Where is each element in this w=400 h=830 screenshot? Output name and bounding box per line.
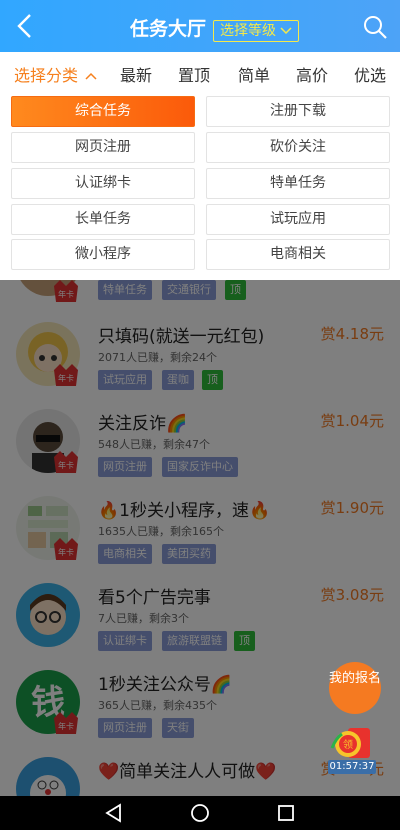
tab-preferred[interactable]: 优选 <box>354 62 386 86</box>
chevron-up-icon <box>85 72 97 80</box>
tag: 电商相关 <box>98 544 152 564</box>
system-navbar <box>0 796 400 830</box>
pinned-tag: 顶 <box>202 370 223 390</box>
red-packet-icon[interactable]: 领 <box>328 722 376 762</box>
tag: 国家反诈中心 <box>162 457 238 477</box>
category-option[interactable]: 试玩应用 <box>206 204 390 235</box>
task-meta: 1635人已赚，剩余165个 <box>98 525 224 538</box>
category-option[interactable]: 注册下载 <box>206 96 390 127</box>
list-item[interactable]: 年卡 只填码(就送一元红包) 赏4.18元 2071人已赚，剩余24个 试玩应用… <box>0 316 400 402</box>
search-icon[interactable] <box>362 14 388 40</box>
category-option[interactable]: 电商相关 <box>206 239 390 270</box>
task-reward: 赏3.08元 <box>320 586 384 604</box>
task-meta: 7人已赚，剩余3个 <box>98 612 189 625</box>
recents-square-icon[interactable] <box>276 803 296 823</box>
task-meta: 2071人已赚，剩余24个 <box>98 351 217 364</box>
avatar <box>16 583 80 647</box>
task-reward: 赏1.04元 <box>320 412 384 430</box>
back-triangle-icon[interactable] <box>104 803 124 823</box>
avatar <box>16 757 80 796</box>
countdown-timer: 01:57:37 <box>328 760 376 774</box>
svg-text:年卡: 年卡 <box>58 460 74 470</box>
svg-text:年卡: 年卡 <box>58 721 74 731</box>
pinned-tag: 顶 <box>234 631 255 651</box>
task-title: 1秒关注公众号🌈 <box>98 675 232 695</box>
pinned-tag: 顶 <box>225 280 246 300</box>
task-meta: 365人已赚，剩余435个 <box>98 699 217 712</box>
category-option[interactable]: 长单任务 <box>11 204 195 235</box>
tab-high-price[interactable]: 高价 <box>296 62 328 86</box>
svg-text:年卡: 年卡 <box>58 373 74 383</box>
year-card-badge: 年卡 <box>52 280 80 304</box>
year-card-badge: 年卡 <box>52 449 80 475</box>
year-card-badge: 年卡 <box>52 362 80 388</box>
task-reward: 赏1.90元 <box>320 499 384 517</box>
app-header: 任务大厅 选择等级 <box>0 0 400 52</box>
level-select-label: 选择等级 <box>220 23 276 39</box>
tag: 旅游联盟链 <box>162 631 227 651</box>
tag: 交通银行 <box>162 280 216 300</box>
tag: 特单任务 <box>98 280 152 300</box>
category-option[interactable]: 认证绑卡 <box>11 168 195 199</box>
tab-category[interactable]: 选择分类 <box>14 62 97 86</box>
tag: 网页注册 <box>98 718 152 738</box>
task-title: 关注反诈🌈 <box>98 414 188 434</box>
task-list: 年卡 特单任务 交通银行 顶 年卡 只填码(就送一元红包) 赏4.18元 207… <box>0 280 400 796</box>
list-item[interactable]: 年卡 🔥1秒关小程序，速🔥 赏1.90元 1635人已赚，剩余165个 电商相关… <box>0 490 400 576</box>
filter-tabs: 选择分类 最新 置顶 简单 高价 优选 <box>0 52 400 92</box>
page-title: 任务大厅 <box>130 18 207 40</box>
task-reward: 赏4.18元 <box>320 325 384 343</box>
category-option[interactable]: 特单任务 <box>206 168 390 199</box>
tab-label: 选择分类 <box>14 66 79 85</box>
task-title: 只填码(就送一元红包) <box>98 327 265 347</box>
category-option[interactable]: 网页注册 <box>11 132 195 163</box>
tag: 认证绑卡 <box>98 631 152 651</box>
tab-simple[interactable]: 简单 <box>238 62 270 86</box>
svg-text:年卡: 年卡 <box>58 547 74 557</box>
year-card-badge: 年卡 <box>52 710 80 736</box>
category-panel: 综合任务 注册下载 网页注册 砍价关注 认证绑卡 特单任务 长单任务 试玩应用 … <box>0 92 400 280</box>
chevron-down-icon <box>280 27 292 35</box>
tab-pinned[interactable]: 置顶 <box>178 62 210 86</box>
level-select-button[interactable]: 选择等级 <box>213 20 299 42</box>
tag: 美团买药 <box>162 544 216 564</box>
tab-latest[interactable]: 最新 <box>120 62 152 86</box>
year-card-badge: 年卡 <box>52 536 80 562</box>
task-title: 看5个广告完事 <box>98 588 211 608</box>
list-item[interactable]: 年卡 关注反诈🌈 赏1.04元 548人已赚，剩余47个 网页注册 国家反诈中心 <box>0 403 400 489</box>
list-item[interactable]: 看5个广告完事 赏3.08元 7人已赚，剩余3个 认证绑卡 旅游联盟链 顶 <box>0 577 400 663</box>
category-option[interactable]: 砍价关注 <box>206 132 390 163</box>
tag: 网页注册 <box>98 457 152 477</box>
category-option[interactable]: 综合任务 <box>11 96 195 127</box>
home-circle-icon[interactable] <box>190 803 210 823</box>
task-meta: 548人已赚，剩余47个 <box>98 438 210 451</box>
svg-text:领: 领 <box>343 738 353 751</box>
task-title: ❤️简单关注人人可做❤️ <box>98 762 277 782</box>
task-title: 🔥1秒关小程序，速🔥 <box>98 501 271 521</box>
my-signups-button[interactable]: 我的报名 <box>329 662 381 714</box>
tag: 天街 <box>162 718 194 738</box>
category-option[interactable]: 微小程序 <box>11 239 195 270</box>
svg-text:年卡: 年卡 <box>58 289 74 299</box>
back-icon[interactable] <box>12 12 36 40</box>
tag: 试玩应用 <box>98 370 152 390</box>
tag: 蛋咖 <box>162 370 194 390</box>
